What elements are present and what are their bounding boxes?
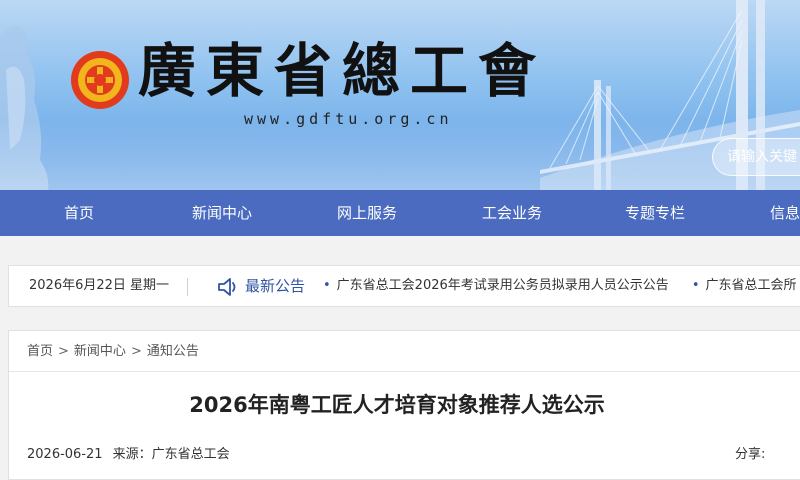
article-source: 来源：广东省总工会 bbox=[112, 447, 230, 462]
breadcrumb-separator: > bbox=[130, 344, 142, 359]
breadcrumb-home[interactable]: 首页 bbox=[27, 344, 53, 359]
nav-item-union-business[interactable]: 工会业务 bbox=[482, 190, 542, 236]
current-date: 2026年6月22日 星期一 bbox=[29, 278, 170, 293]
bullet-icon: • bbox=[323, 278, 331, 293]
site-url: www.gdftu.org.cn bbox=[244, 110, 453, 128]
nav-item-special-topics[interactable]: 专题专栏 bbox=[625, 190, 685, 236]
article-title: 2026年南粤工匠人才培育对象推荐人选公示 bbox=[189, 393, 605, 417]
latest-notice-label: 最新公告 bbox=[245, 277, 306, 295]
article-date: 2026-06-21 bbox=[27, 447, 103, 462]
nav-item-online-services[interactable]: 网上服务 bbox=[337, 190, 397, 236]
notice-item[interactable]: • 广东省总工会2026年考试录用公务员拟录用人员公示公告 bbox=[323, 266, 669, 306]
breadcrumb-news[interactable]: 新闻中心 bbox=[74, 344, 126, 359]
notice-item[interactable]: • 广东省总工会所 bbox=[692, 266, 797, 306]
bullet-icon: • bbox=[691, 278, 700, 293]
main-nav: 首页 新闻中心 网上服务 工会业务 专题专栏 信息 bbox=[0, 190, 800, 236]
nav-item-news[interactable]: 新闻中心 bbox=[192, 190, 252, 236]
breadcrumb-divider bbox=[9, 371, 800, 372]
share-button[interactable]: 分享: bbox=[735, 443, 765, 462]
nav-item-info[interactable]: 信息 bbox=[770, 190, 800, 236]
divider bbox=[187, 278, 188, 296]
notice-bar: 2026年6月22日 星期一 最新公告 • 广东省总工会2026年考试录用公务员拟… bbox=[8, 265, 800, 307]
breadcrumb-separator: > bbox=[58, 344, 69, 359]
article-meta: 2026-06-21 来源：广东省总工会 bbox=[27, 443, 230, 462]
breadcrumb: 首页 > 新闻中心 > 通知公告 bbox=[27, 331, 199, 371]
notice-ticker: • 广东省总工会2026年考试录用公务员拟录用人员公示公告 • 广东省总工会所 bbox=[323, 266, 800, 306]
banner-fade bbox=[0, 120, 800, 190]
notice-item-text: 广东省总工会2026年考试录用公务员拟录用人员公示公告 bbox=[336, 278, 669, 293]
search-input[interactable] bbox=[712, 138, 800, 176]
header-banner: 廣東省總工會 www.gdftu.org.cn bbox=[0, 0, 800, 190]
speaker-icon bbox=[218, 278, 236, 296]
notice-item-text: 广东省总工会所 bbox=[705, 278, 797, 293]
union-emblem-icon bbox=[71, 51, 129, 109]
article-panel: 首页 > 新闻中心 > 通知公告 2026年南粤工匠人才培育对象推荐人选公示 2026-… bbox=[8, 330, 800, 480]
nav-item-home[interactable]: 首页 bbox=[64, 190, 94, 236]
breadcrumb-notices[interactable]: 通知公告 bbox=[147, 344, 199, 359]
site-logo-title: 廣東省總工會 bbox=[138, 37, 547, 105]
